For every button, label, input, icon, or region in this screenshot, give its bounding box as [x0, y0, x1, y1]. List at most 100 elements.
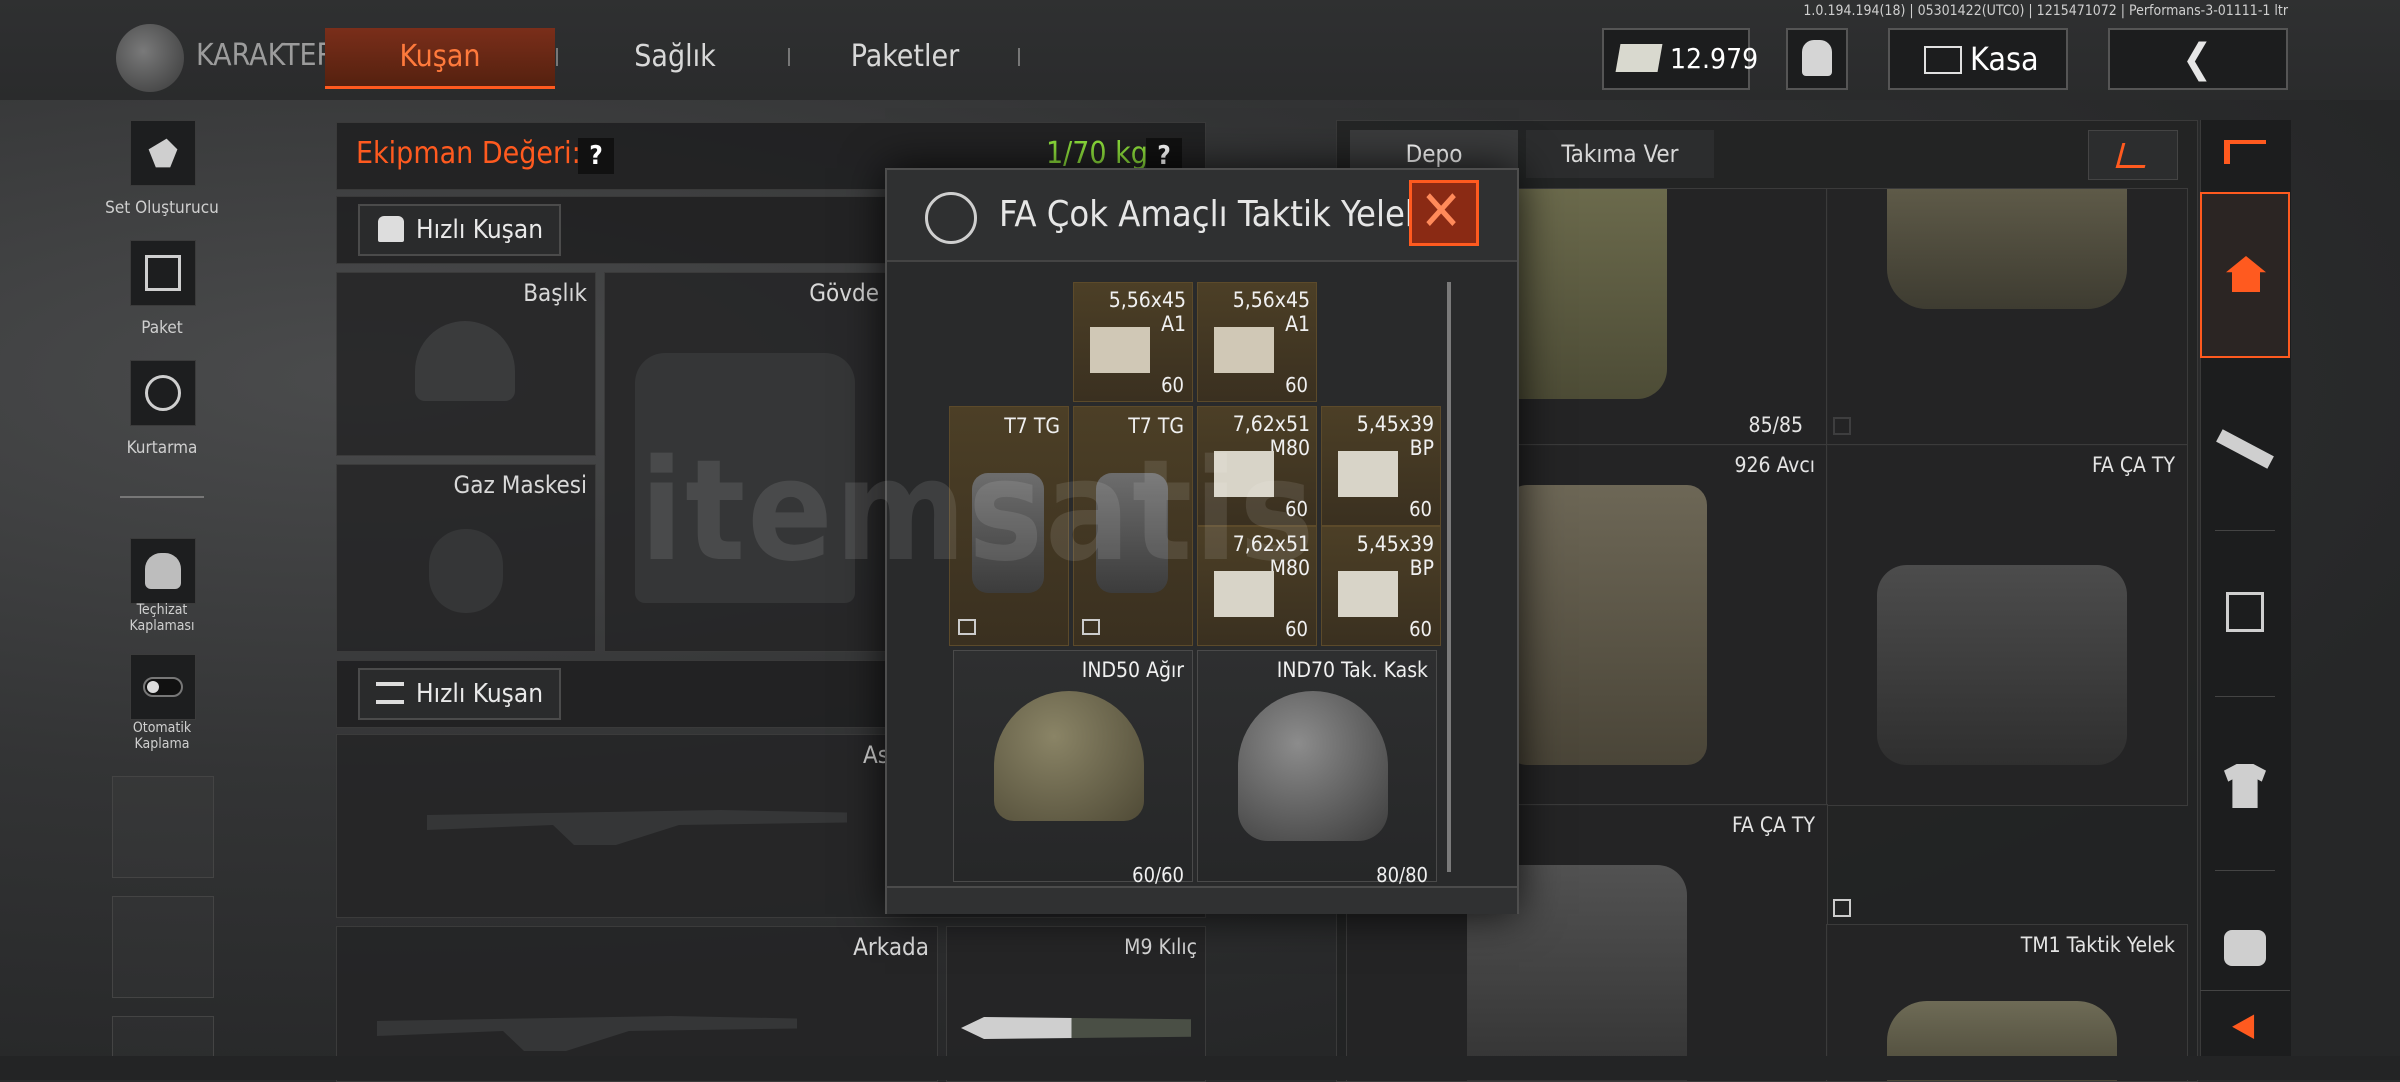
quick-equip-label: Hızlı Kuşan — [416, 215, 544, 245]
slot-gas-mask[interactable]: Gaz Maskesi — [336, 464, 596, 652]
ammo-type: A1 — [1161, 312, 1186, 336]
helmet-image — [994, 691, 1144, 821]
nav-medkit-button[interactable] — [2200, 886, 2290, 986]
gas-mask-silhouette — [429, 529, 503, 613]
agent-button[interactable] — [1786, 28, 1848, 90]
rifle-silhouette — [377, 1016, 797, 1051]
quick-equip-weapons-button[interactable]: Hızlı Kuşan — [358, 668, 562, 720]
empty-side-slot[interactable] — [112, 896, 214, 998]
weight-value: 1/70 kg — [1046, 136, 1148, 171]
ammo-count: 60 — [1409, 497, 1432, 521]
close-icon: ✕ — [1420, 179, 1463, 244]
rifle-icon — [2216, 429, 2274, 469]
ammo-tile[interactable]: 5,56x45 A1 60 — [1073, 282, 1193, 402]
tab-kusan[interactable]: Kuşan — [325, 28, 555, 89]
vest-image — [1507, 485, 1707, 765]
ammo-type: BP — [1409, 436, 1434, 460]
storage-item-count: 85/85 — [1748, 413, 1803, 437]
ammo-tile[interactable]: 5,45x39 BP 60 — [1321, 526, 1441, 646]
package-small-icon — [958, 619, 976, 635]
ammo-icon — [376, 682, 404, 704]
gear-skin-button[interactable] — [130, 538, 196, 604]
modal-close-button[interactable]: ✕ — [1409, 179, 1479, 246]
auto-skin-toggle[interactable] — [130, 654, 196, 720]
nav-separator — [2215, 530, 2275, 531]
gift-icon — [145, 255, 181, 291]
ammo-type: BP — [1409, 556, 1434, 580]
tab-paketler[interactable]: Paketler — [810, 28, 1000, 86]
slot-back-label: Arkada — [853, 933, 929, 961]
helmet-silhouette — [415, 321, 515, 401]
package-small-icon — [1833, 899, 1851, 917]
globe-logo-icon — [116, 24, 184, 92]
ammo-count: 60 — [1161, 373, 1184, 397]
toggle-icon — [143, 677, 183, 697]
quick-equip-weapons-label: Hızlı Kuşan — [416, 679, 544, 709]
nav-separator — [2215, 870, 2275, 871]
ammo-type: A1 — [1285, 312, 1310, 336]
ammo-box-image — [1338, 571, 1398, 617]
collapse-arrow-icon: ◀ — [2232, 1005, 2255, 1043]
tab-separator — [788, 48, 790, 66]
rifle-silhouette — [427, 810, 847, 845]
storage-item[interactable] — [1826, 188, 2188, 446]
equipment-value: Ekipman Değeri: 0 — [356, 136, 607, 171]
medkit-icon — [2224, 930, 2266, 966]
rescue-button[interactable] — [130, 360, 196, 426]
nav-filter-button[interactable] — [2202, 122, 2288, 188]
ammo-tile[interactable]: 5,56x45 A1 60 — [1197, 282, 1317, 402]
kasa-button[interactable]: Kasa — [1888, 28, 2068, 90]
ammo-caliber: 5,56x45 — [1108, 288, 1186, 312]
slot-knife-label: M9 Kılıç — [1124, 935, 1197, 959]
vest-image — [1877, 565, 2127, 765]
slot-helmet[interactable]: Başlık — [336, 272, 596, 456]
tab-saglik[interactable]: Sağlık — [580, 28, 770, 86]
bottom-bar — [0, 1056, 2400, 1080]
currency-display[interactable]: 12.979 — [1602, 28, 1758, 90]
ammo-tile[interactable]: 5,45x39 BP 60 — [1321, 406, 1441, 526]
set-builder-icon — [148, 138, 178, 168]
box-icon — [2226, 592, 2264, 632]
brand-title: KARAKTER — [196, 38, 336, 73]
nav-home-button[interactable] — [2200, 192, 2290, 358]
nav-collapse-button[interactable]: ◀ — [2200, 990, 2290, 1057]
rescue-icon — [145, 375, 181, 411]
package-small-icon — [1082, 619, 1100, 635]
sort-button[interactable] — [2088, 130, 2178, 180]
package-button[interactable] — [130, 240, 196, 306]
ammo-count: 60 — [1285, 617, 1308, 641]
watermark-text: itemsatis — [640, 430, 1317, 593]
nav-box-button[interactable] — [2200, 546, 2290, 682]
package-label: Paket — [141, 318, 183, 338]
banknote-icon — [1615, 44, 1663, 72]
modal-title: FA Çok Amaçlı Taktik Yelek — [999, 194, 1424, 235]
agent-icon — [1802, 40, 1832, 76]
storage-item[interactable]: FA ÇA TY — [1826, 444, 2188, 806]
modal-scrollbar[interactable] — [1447, 282, 1451, 872]
item-durability: 80/80 — [1376, 863, 1428, 887]
helmet-tile[interactable]: IND70 Tak. Kask 80/80 — [1197, 650, 1437, 887]
storage-item-name: TM1 Taktik Yelek — [2020, 933, 2175, 957]
shirt-icon — [2224, 764, 2266, 808]
slot-helmet-label: Başlık — [523, 279, 587, 307]
ammo-box-image — [1214, 327, 1274, 373]
equipment-help-button[interactable]: ? — [578, 138, 614, 174]
sidebar-divider — [120, 496, 204, 498]
item-name: IND70 Tak. Kask — [1276, 658, 1428, 682]
helmet-tile[interactable]: IND50 Ağır 60/60 — [953, 650, 1193, 887]
item-durability: 60/60 — [1132, 863, 1184, 887]
empty-side-slot[interactable] — [112, 776, 214, 878]
nav-clothing-button[interactable] — [2200, 712, 2290, 862]
ammo-box-image — [1090, 327, 1150, 373]
quick-equip-button[interactable]: Hızlı Kuşan — [358, 204, 562, 256]
back-button[interactable]: ❮ — [2108, 28, 2288, 90]
vest-image — [1887, 189, 2127, 309]
shirt-icon — [378, 216, 404, 242]
safe-icon — [1924, 46, 1962, 74]
nav-weapon-button[interactable] — [2200, 380, 2290, 516]
set-builder-label: Set Oluşturucu — [105, 198, 219, 218]
tab-takima-ver[interactable]: Takıma Ver — [1526, 130, 1714, 178]
ammo-caliber: 5,56x45 — [1232, 288, 1310, 312]
set-builder-button[interactable] — [130, 120, 196, 186]
auto-skin-label: Otomatik Kaplama — [132, 720, 192, 752]
